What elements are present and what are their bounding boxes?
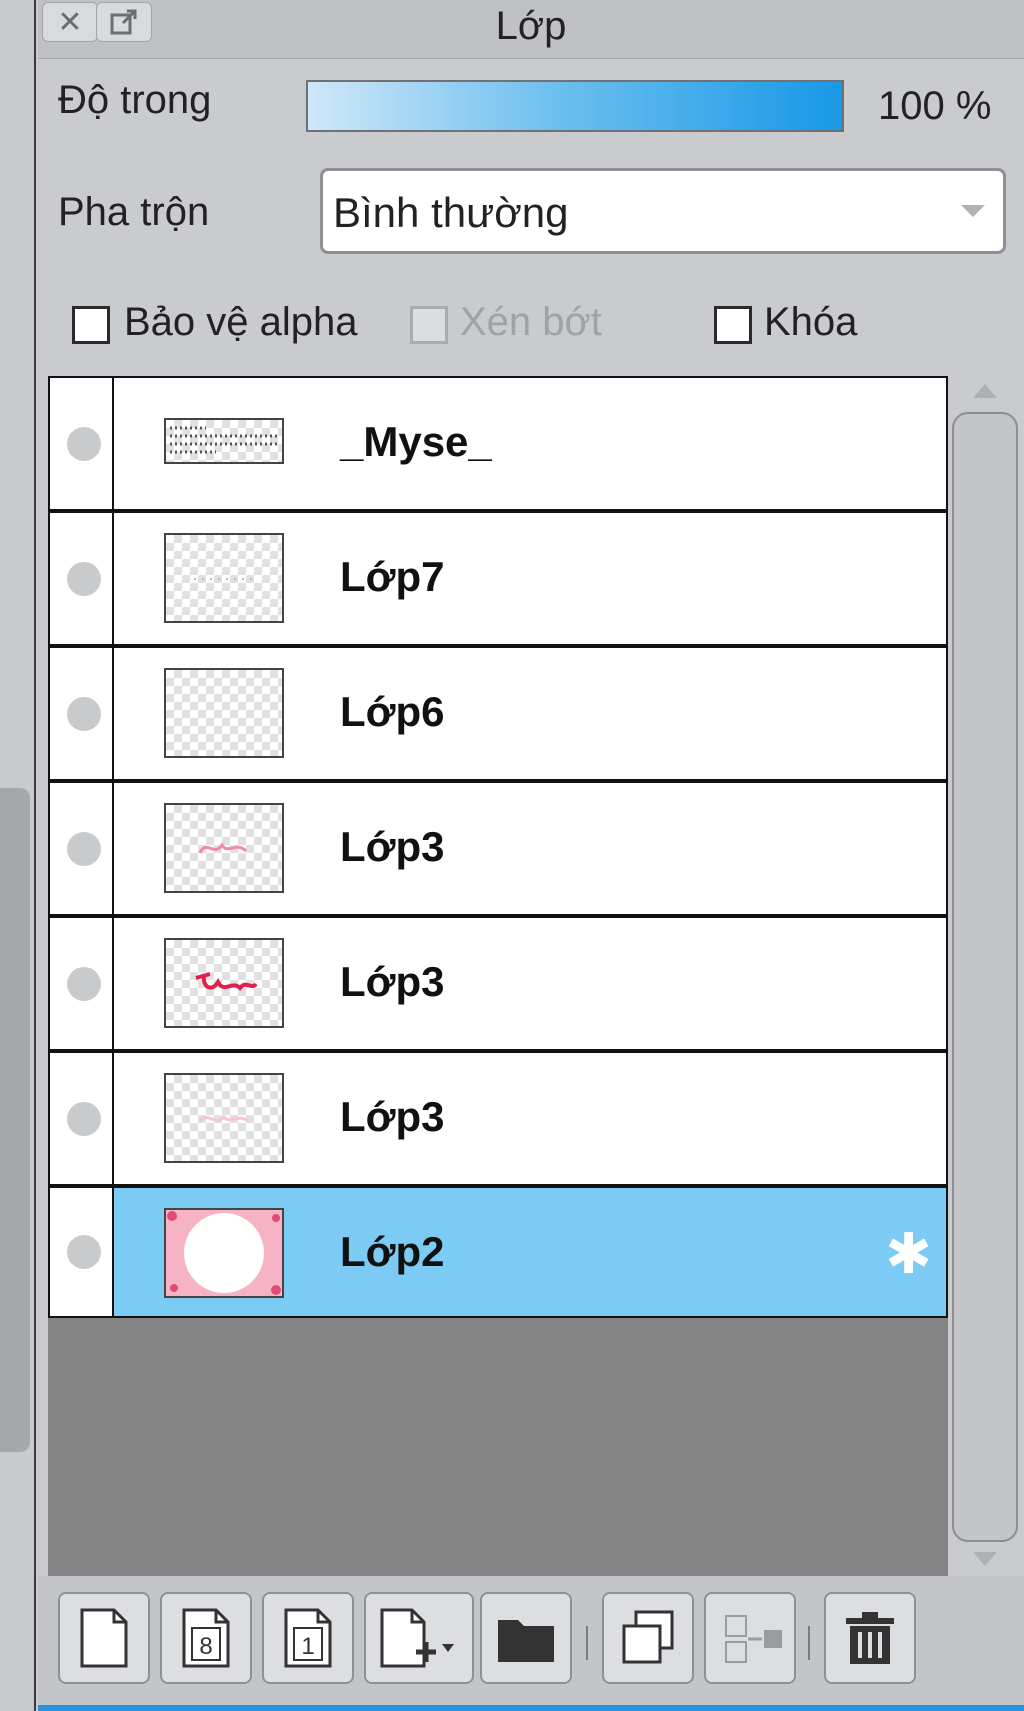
new-folder-button[interactable]	[480, 1592, 572, 1684]
layer-name: Lớp3	[340, 958, 445, 1005]
layer-name: Lớp7	[340, 553, 445, 600]
visibility-dot-icon	[67, 966, 101, 1001]
toolbar-divider	[586, 1626, 588, 1660]
visibility-toggle[interactable]	[50, 648, 114, 779]
layer-row-selected[interactable]: Lớp2 ✱	[48, 1186, 948, 1318]
blend-mode-value: Bình thường	[333, 189, 569, 236]
layer-thumbnail	[164, 803, 284, 893]
layer-row[interactable]: Lớp3	[48, 916, 948, 1051]
new-8bit-layer-icon: 8	[182, 1608, 230, 1668]
panel-titlebar: ✕ Lớp	[38, 0, 1024, 59]
alpha-protect-label: Bảo vệ alpha	[124, 300, 358, 344]
visibility-toggle[interactable]	[50, 783, 114, 914]
layer-row[interactable]: Lớp7	[48, 511, 948, 646]
panel-bottom-accent	[38, 1705, 1024, 1711]
layer-name: Lớp2	[340, 1228, 445, 1275]
visibility-dot-icon	[67, 831, 101, 866]
visibility-toggle[interactable]	[50, 513, 114, 644]
layer-thumbnail	[164, 418, 284, 464]
new-1bit-layer-button[interactable]: 1	[262, 1592, 354, 1684]
layer-name: _Myse_	[340, 418, 492, 465]
toolbar-divider	[808, 1626, 810, 1660]
gear-icon[interactable]: ✱	[885, 1226, 932, 1282]
layer-row[interactable]: Lớp3	[48, 781, 948, 916]
duplicate-layer-icon	[622, 1610, 674, 1664]
visibility-toggle[interactable]	[50, 1188, 114, 1316]
visibility-dot-icon	[67, 696, 101, 731]
visibility-dot-icon	[67, 1101, 101, 1136]
visibility-dot-icon	[67, 1235, 101, 1269]
digit-8: 8	[199, 1633, 212, 1660]
visibility-toggle[interactable]	[50, 1053, 114, 1184]
chevron-down-icon	[961, 205, 985, 217]
lock-checkbox[interactable]	[714, 306, 752, 344]
alpha-protect-checkbox[interactable]	[72, 306, 110, 344]
layer-row[interactable]: _Myse_	[48, 376, 948, 511]
layer-list: _Myse_ Lớp7 Lớp6 Lớp3 Lớp3 Lớp3 Lớp2 ✱	[48, 376, 948, 1576]
new-1bit-layer-icon: 1	[284, 1608, 332, 1668]
layer-row[interactable]: Lớp3	[48, 1051, 948, 1186]
opacity-label: Độ trong	[58, 78, 212, 122]
scroll-down-arrow-icon[interactable]	[973, 1552, 997, 1566]
layer-name: Lớp3	[340, 1093, 445, 1140]
new-layer-icon	[80, 1608, 128, 1668]
merge-down-icon	[725, 1615, 782, 1663]
layer-panel: ✕ Lớp Độ trong 100 % Pha trộn Bình thườn…	[38, 0, 1024, 1711]
clip-label: Xén bớt	[460, 300, 602, 344]
collapse-tab[interactable]	[0, 788, 30, 1452]
clip-checkbox[interactable]	[410, 306, 448, 344]
lock-label: Khóa	[764, 300, 858, 344]
visibility-toggle[interactable]	[50, 918, 114, 1049]
layer-name: Lớp3	[340, 823, 445, 870]
scroll-up-arrow-icon[interactable]	[973, 384, 997, 398]
layer-thumbnail	[164, 938, 284, 1028]
layer-thumbnail	[164, 533, 284, 623]
opacity-value: 100 %	[878, 84, 992, 128]
visibility-toggle[interactable]	[50, 378, 114, 509]
layer-thumbnail	[164, 1208, 284, 1298]
add-layer-menu-icon	[380, 1608, 454, 1668]
new-layer-button[interactable]	[58, 1592, 150, 1684]
new-8bit-layer-button[interactable]: 8	[160, 1592, 252, 1684]
duplicate-layer-button[interactable]	[602, 1592, 694, 1684]
opacity-slider[interactable]	[306, 80, 844, 132]
add-layer-menu-button[interactable]	[364, 1592, 474, 1684]
digit-1: 1	[301, 1633, 314, 1660]
merge-down-button[interactable]	[704, 1592, 796, 1684]
folder-icon	[498, 1620, 554, 1662]
delete-layer-button[interactable]	[824, 1592, 916, 1684]
visibility-dot-icon	[67, 426, 101, 461]
layer-thumbnail	[164, 668, 284, 758]
layer-row[interactable]: Lớp6	[48, 646, 948, 781]
trash-icon	[846, 1612, 894, 1664]
layer-toolbar: 8 1	[38, 1576, 1024, 1711]
layer-name: Lớp6	[340, 688, 445, 735]
blend-label: Pha trộn	[58, 190, 210, 234]
panel-title: Lớp	[495, 4, 567, 48]
blend-mode-select[interactable]: Bình thường	[320, 168, 1006, 254]
layer-thumbnail	[164, 1073, 284, 1163]
scrollbar[interactable]	[952, 412, 1018, 1542]
visibility-dot-icon	[67, 561, 101, 596]
